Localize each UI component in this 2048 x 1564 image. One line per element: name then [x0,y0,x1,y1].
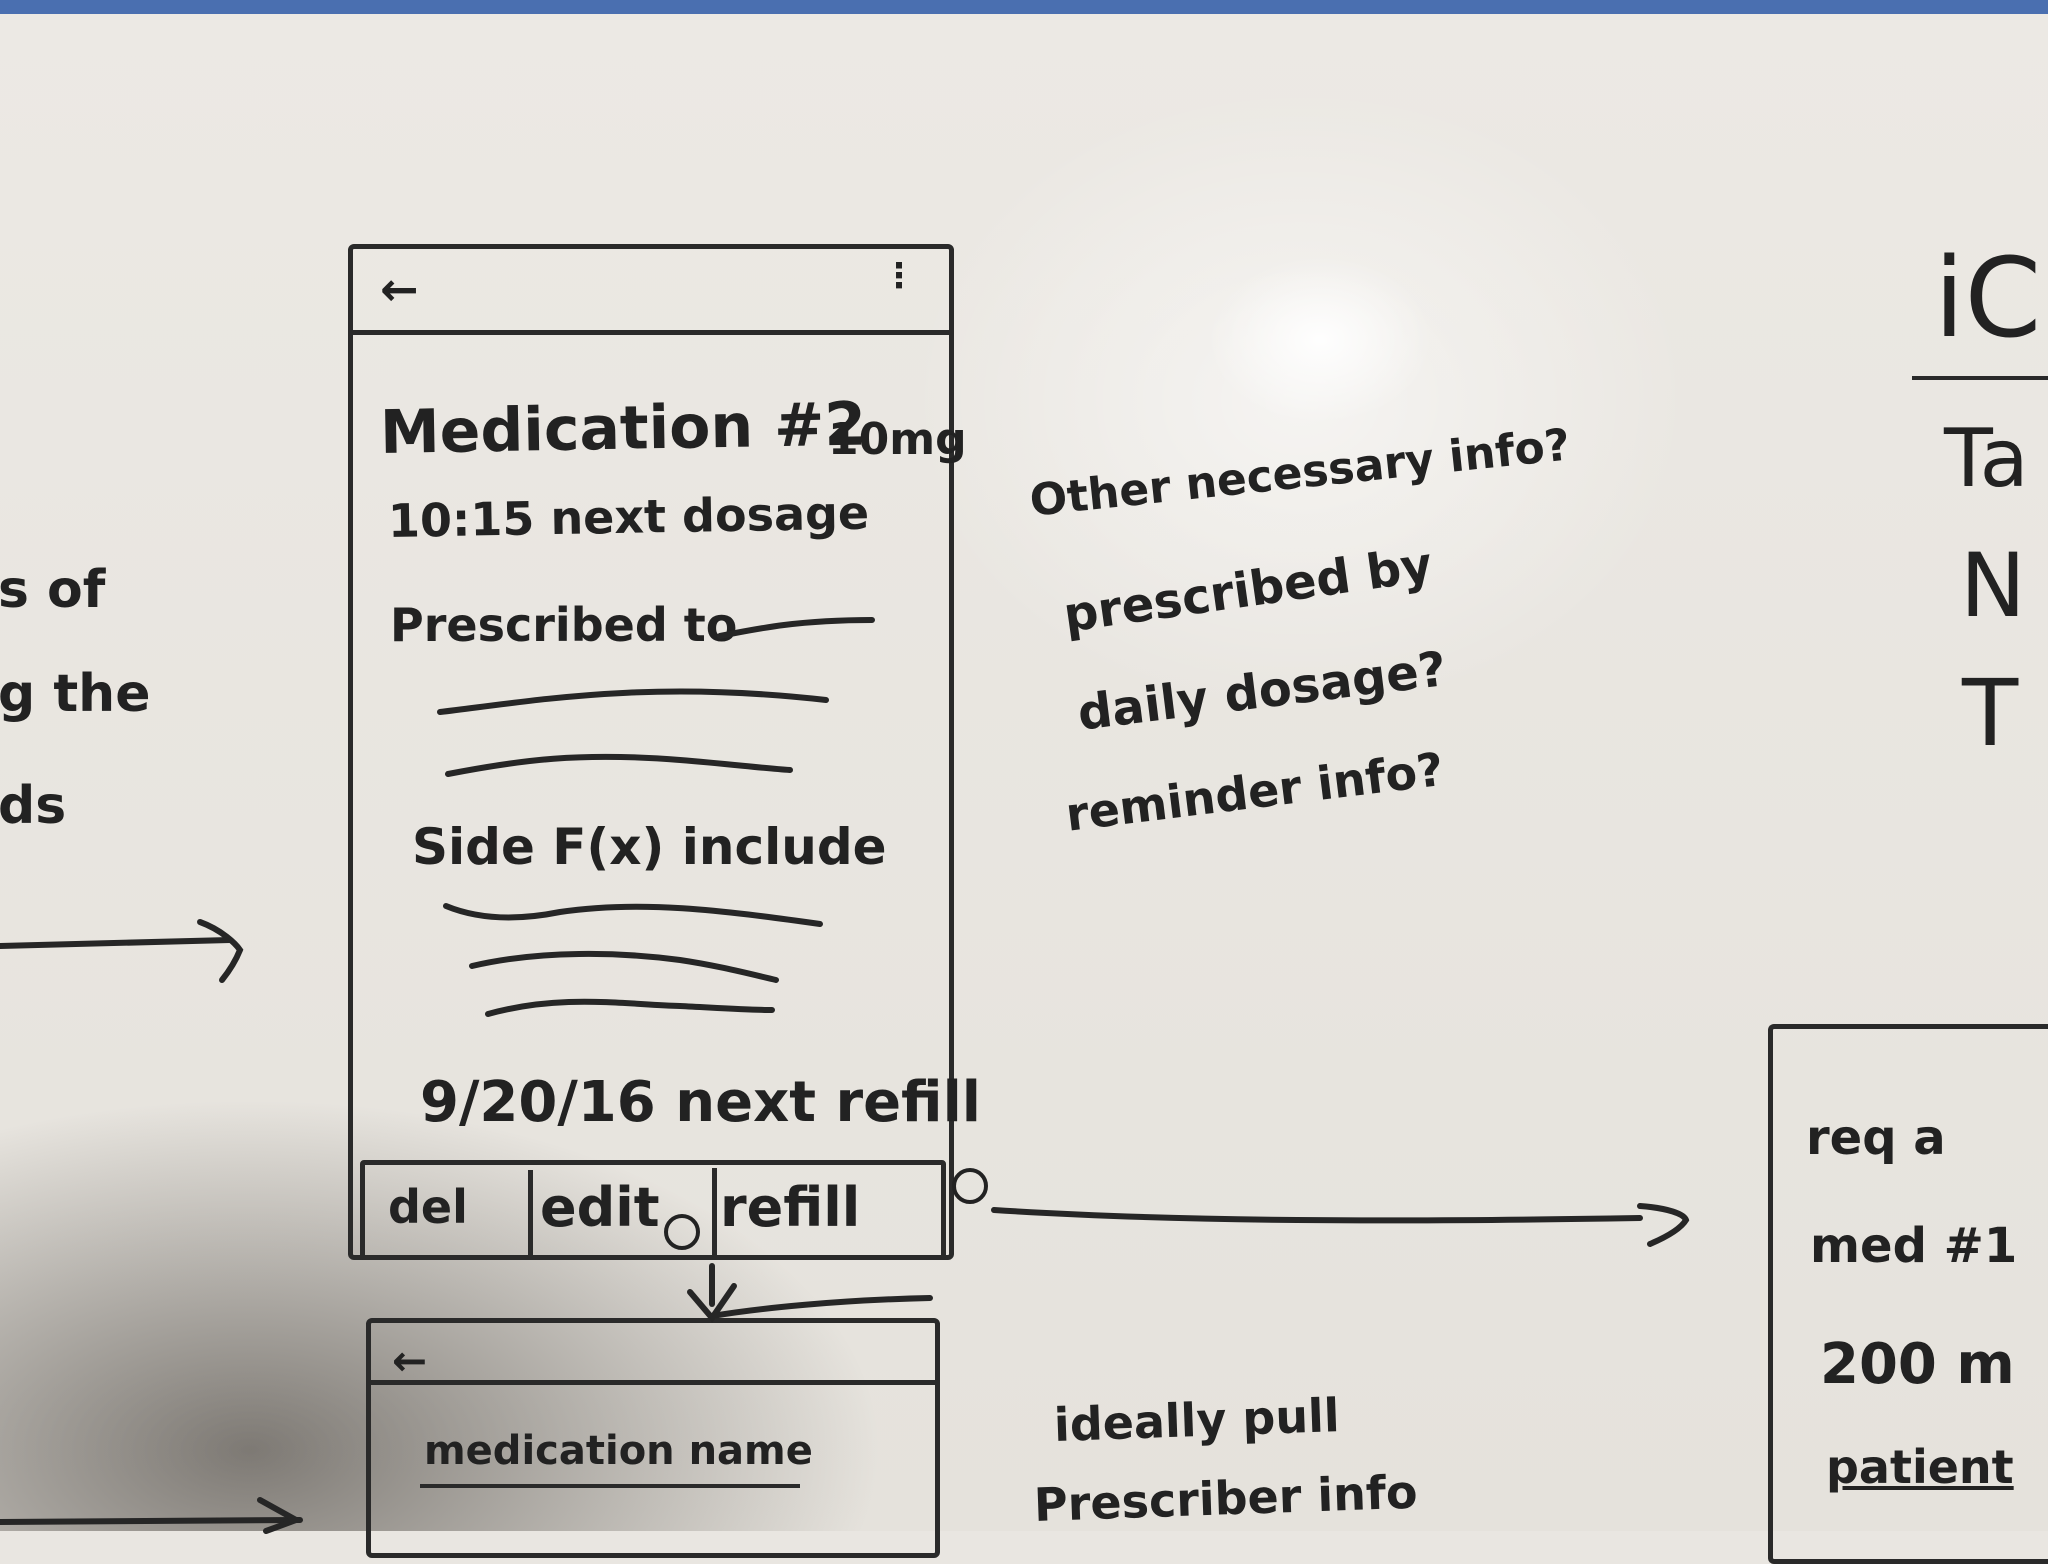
placeholder-line [443,903,823,927]
flow-arrow [0,1517,303,1525]
connector-line [709,1295,933,1319]
placeholder-line [445,753,793,777]
placeholder-line [437,688,829,715]
flow-arrow [991,1207,1643,1224]
flow-arrow-head [197,919,244,983]
sketch-strokes [0,617,1690,1534]
flow-arrow-head [1637,1203,1690,1247]
placeholder-line [469,950,779,983]
flow-arrow-head [257,1497,304,1534]
placeholder-line [485,998,775,1017]
placeholder-line [717,617,875,639]
flow-arrow [0,937,233,949]
